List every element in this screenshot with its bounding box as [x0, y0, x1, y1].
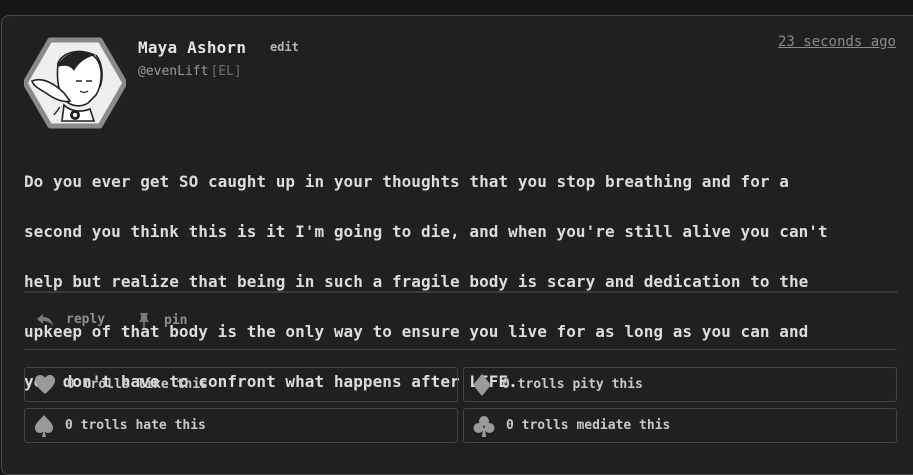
- hexagon-avatar-icon: [22, 37, 128, 129]
- post-line: second you think this is it I'm going to…: [24, 222, 828, 241]
- pin-button[interactable]: pin: [136, 312, 187, 328]
- author-name[interactable]: Maya Ashorn: [138, 38, 246, 57]
- edit-link[interactable]: edit: [270, 40, 299, 54]
- like-reaction-button[interactable]: 0 trolls like this: [24, 367, 458, 402]
- divider: [24, 349, 897, 350]
- handle-text: @evenLift: [138, 64, 209, 79]
- heart-icon: [35, 374, 55, 394]
- reply-arrow-icon: [37, 313, 53, 326]
- like-count-label: 0 trolls like this: [67, 377, 208, 392]
- divider: [24, 291, 897, 293]
- post-card: Maya Ashorn edit @evenLift [EL] 23 second…: [1, 15, 913, 475]
- mediate-count-label: 0 trolls mediate this: [506, 418, 671, 433]
- post-line: Do you ever get SO caught up in your tho…: [24, 172, 789, 191]
- pin-icon: [139, 313, 149, 328]
- pity-count-label: 0 trolls pity this: [502, 377, 643, 392]
- reply-label: reply: [66, 312, 106, 327]
- spade-icon: [35, 414, 53, 437]
- pity-reaction-button[interactable]: 0 trolls pity this: [463, 367, 897, 402]
- avatar[interactable]: [22, 37, 128, 129]
- reply-button[interactable]: reply: [36, 312, 105, 327]
- flair-tag: [EL]: [210, 64, 242, 79]
- hate-reaction-button[interactable]: 0 trolls hate this: [24, 408, 458, 443]
- post-timestamp[interactable]: 23 seconds ago: [778, 34, 896, 50]
- pin-label: pin: [164, 312, 188, 328]
- diamond-icon: [473, 373, 491, 396]
- author-handle: @evenLift [EL]: [138, 64, 242, 79]
- club-icon: [473, 415, 495, 437]
- hate-count-label: 0 trolls hate this: [65, 418, 206, 433]
- mediate-reaction-button[interactable]: 0 trolls mediate this: [463, 408, 897, 443]
